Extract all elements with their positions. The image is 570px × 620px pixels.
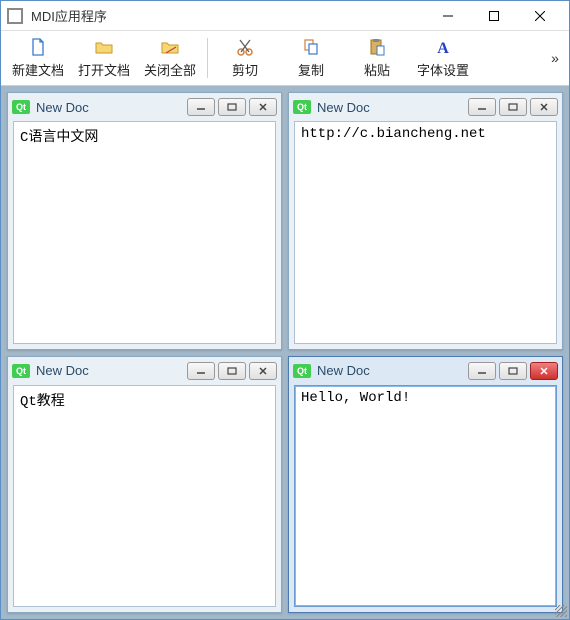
window-controls bbox=[425, 1, 563, 31]
paste-label: 粘贴 bbox=[364, 60, 390, 79]
open-document-button[interactable]: 打开文档 bbox=[71, 33, 137, 83]
cut-label: 剪切 bbox=[232, 60, 258, 79]
sub-window-title: New Doc bbox=[317, 363, 462, 378]
toolbar: 新建文档 打开文档 关闭全部 剪切 复制 粘贴 A 字体设置 » bbox=[1, 31, 569, 86]
mdi-area: Qt New Doc C语言中文网 Qt New Doc http://c.bi… bbox=[1, 86, 569, 619]
scissors-icon bbox=[235, 37, 255, 57]
app-icon bbox=[7, 8, 23, 24]
document-content[interactable]: Hello, World! bbox=[294, 385, 557, 608]
sub-close-button[interactable] bbox=[249, 362, 277, 380]
new-document-label: 新建文档 bbox=[12, 60, 64, 79]
toolbar-separator bbox=[207, 38, 208, 78]
sub-close-button[interactable] bbox=[249, 98, 277, 116]
sub-window-titlebar[interactable]: Qt New Doc bbox=[8, 93, 281, 121]
new-file-icon bbox=[28, 37, 48, 57]
window-titlebar: MDI应用程序 bbox=[1, 1, 569, 31]
qt-icon: Qt bbox=[12, 364, 30, 378]
sub-window-titlebar[interactable]: Qt New Doc bbox=[8, 357, 281, 385]
sub-window-title: New Doc bbox=[36, 363, 181, 378]
sub-window-controls bbox=[187, 98, 277, 116]
sub-window[interactable]: Qt New Doc C语言中文网 bbox=[7, 92, 282, 350]
sub-close-button[interactable] bbox=[530, 98, 558, 116]
sub-minimize-button[interactable] bbox=[187, 362, 215, 380]
sub-window-titlebar[interactable]: Qt New Doc bbox=[289, 93, 562, 121]
copy-icon bbox=[301, 37, 321, 57]
document-content[interactable]: http://c.biancheng.net bbox=[294, 121, 557, 344]
svg-text:A: A bbox=[437, 40, 449, 57]
sub-window[interactable]: Qt New Doc Hello, World! bbox=[288, 356, 563, 614]
font-icon: A bbox=[433, 37, 453, 57]
close-button[interactable] bbox=[517, 1, 563, 31]
close-all-button[interactable]: 关闭全部 bbox=[137, 33, 203, 83]
qt-icon: Qt bbox=[12, 100, 30, 114]
sub-window-title: New Doc bbox=[317, 100, 462, 115]
sub-minimize-button[interactable] bbox=[187, 98, 215, 116]
resize-grip[interactable] bbox=[555, 605, 567, 617]
folder-open-icon bbox=[94, 37, 114, 57]
paste-icon bbox=[367, 37, 387, 57]
sub-minimize-button[interactable] bbox=[468, 98, 496, 116]
sub-maximize-button[interactable] bbox=[499, 98, 527, 116]
document-content[interactable]: Qt教程 bbox=[13, 385, 276, 608]
sub-window[interactable]: Qt New Doc Qt教程 bbox=[7, 356, 282, 614]
sub-window-controls bbox=[468, 98, 558, 116]
maximize-button[interactable] bbox=[471, 1, 517, 31]
sub-window[interactable]: Qt New Doc http://c.biancheng.net bbox=[288, 92, 563, 350]
new-document-button[interactable]: 新建文档 bbox=[5, 33, 71, 83]
sub-minimize-button[interactable] bbox=[468, 362, 496, 380]
minimize-button[interactable] bbox=[425, 1, 471, 31]
copy-button[interactable]: 复制 bbox=[278, 33, 344, 83]
sub-maximize-button[interactable] bbox=[218, 362, 246, 380]
font-settings-label: 字体设置 bbox=[417, 60, 469, 79]
sub-close-button[interactable] bbox=[530, 362, 558, 380]
folder-close-icon bbox=[160, 37, 180, 57]
qt-icon: Qt bbox=[293, 100, 311, 114]
sub-window-controls bbox=[468, 362, 558, 380]
sub-window-titlebar[interactable]: Qt New Doc bbox=[289, 357, 562, 385]
sub-maximize-button[interactable] bbox=[218, 98, 246, 116]
close-all-label: 关闭全部 bbox=[144, 60, 196, 79]
paste-button[interactable]: 粘贴 bbox=[344, 33, 410, 83]
qt-icon: Qt bbox=[293, 364, 311, 378]
cut-button[interactable]: 剪切 bbox=[212, 33, 278, 83]
copy-label: 复制 bbox=[298, 60, 324, 79]
document-content[interactable]: C语言中文网 bbox=[13, 121, 276, 344]
open-document-label: 打开文档 bbox=[78, 60, 130, 79]
window-title: MDI应用程序 bbox=[31, 6, 425, 25]
font-settings-button[interactable]: A 字体设置 bbox=[410, 33, 476, 83]
sub-maximize-button[interactable] bbox=[499, 362, 527, 380]
sub-window-title: New Doc bbox=[36, 100, 181, 115]
toolbar-overflow-button[interactable]: » bbox=[545, 33, 565, 83]
sub-window-controls bbox=[187, 362, 277, 380]
